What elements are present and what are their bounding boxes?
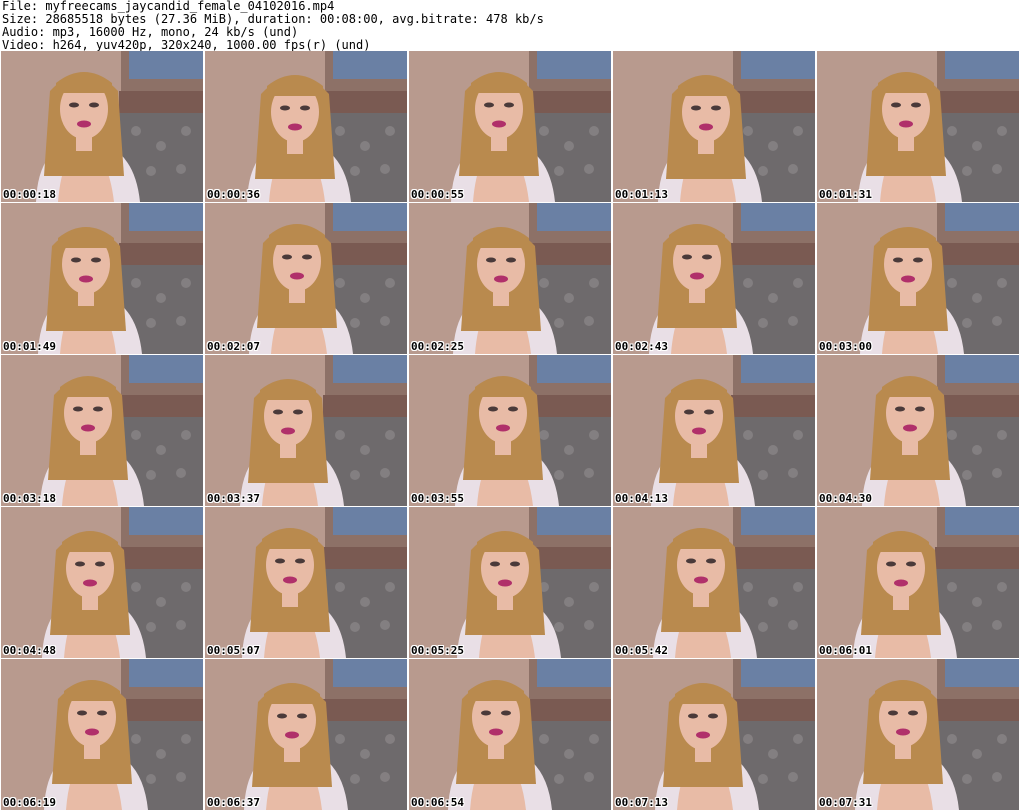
frame-timestamp: 00:01:49 xyxy=(3,340,56,353)
video-frame-image xyxy=(409,659,611,810)
video-frame-image xyxy=(205,507,407,658)
thumbnail-frame: 00:06:37 xyxy=(205,659,407,810)
frame-timestamp: 00:00:18 xyxy=(3,188,56,201)
thumbnail-frame: 00:04:13 xyxy=(613,355,815,506)
frame-timestamp: 00:03:18 xyxy=(3,492,56,505)
video-frame-image xyxy=(409,355,611,506)
frame-timestamp: 00:06:37 xyxy=(207,796,260,809)
thumbnail-frame: 00:06:01 xyxy=(817,507,1019,658)
thumbnail-frame: 00:04:30 xyxy=(817,355,1019,506)
frame-timestamp: 00:01:31 xyxy=(819,188,872,201)
thumbnail-frame: 00:07:13 xyxy=(613,659,815,810)
frame-timestamp: 00:02:07 xyxy=(207,340,260,353)
video-frame-image xyxy=(817,659,1019,810)
frame-timestamp: 00:03:37 xyxy=(207,492,260,505)
file-size-line: Size: 28685518 bytes (27.36 MiB), durati… xyxy=(2,13,544,26)
video-frame-image xyxy=(613,659,815,810)
frame-timestamp: 00:05:25 xyxy=(411,644,464,657)
video-frame-image xyxy=(409,507,611,658)
video-frame-image xyxy=(409,203,611,354)
frame-timestamp: 00:05:07 xyxy=(207,644,260,657)
video-frame-image xyxy=(409,51,611,202)
thumbnail-grid: 00:00:18 00:00:36 00:00:55 00:01:13 00:0… xyxy=(0,51,1020,811)
video-frame-image xyxy=(205,659,407,810)
thumbnail-frame: 00:05:42 xyxy=(613,507,815,658)
video-frame-image xyxy=(1,51,203,202)
thumbnail-frame: 00:03:55 xyxy=(409,355,611,506)
thumbnail-frame: 00:00:36 xyxy=(205,51,407,202)
video-frame-image xyxy=(613,51,815,202)
thumbnail-frame: 00:03:37 xyxy=(205,355,407,506)
file-info-header: File: myfreecams_jaycandid_female_041020… xyxy=(2,0,1022,52)
frame-timestamp: 00:03:00 xyxy=(819,340,872,353)
frame-timestamp: 00:01:13 xyxy=(615,188,668,201)
frame-timestamp: 00:00:36 xyxy=(207,188,260,201)
video-frame-image xyxy=(1,659,203,810)
thumbnail-frame: 00:00:18 xyxy=(1,51,203,202)
frame-timestamp: 00:06:54 xyxy=(411,796,464,809)
thumbnail-frame: 00:06:54 xyxy=(409,659,611,810)
video-frame-image xyxy=(1,203,203,354)
thumbnail-frame: 00:01:13 xyxy=(613,51,815,202)
thumbnail-frame: 00:07:31 xyxy=(817,659,1019,810)
thumbnail-frame: 00:05:07 xyxy=(205,507,407,658)
audio-info-line: Audio: mp3, 16000 Hz, mono, 24 kb/s (und… xyxy=(2,26,299,39)
thumbnail-frame: 00:02:07 xyxy=(205,203,407,354)
thumbnail-frame: 00:02:25 xyxy=(409,203,611,354)
frame-timestamp: 00:05:42 xyxy=(615,644,668,657)
frame-timestamp: 00:07:31 xyxy=(819,796,872,809)
thumbnail-frame: 00:02:43 xyxy=(613,203,815,354)
frame-timestamp: 00:07:13 xyxy=(615,796,668,809)
frame-timestamp: 00:03:55 xyxy=(411,492,464,505)
frame-timestamp: 00:02:25 xyxy=(411,340,464,353)
frame-timestamp: 00:06:01 xyxy=(819,644,872,657)
thumbnail-frame: 00:05:25 xyxy=(409,507,611,658)
thumbnail-frame: 00:04:48 xyxy=(1,507,203,658)
video-frame-image xyxy=(817,203,1019,354)
file-name-line: File: myfreecams_jaycandid_female_041020… xyxy=(2,0,335,13)
video-frame-image xyxy=(613,203,815,354)
thumbnail-frame: 00:06:19 xyxy=(1,659,203,810)
thumbnail-frame: 00:01:31 xyxy=(817,51,1019,202)
video-frame-image xyxy=(817,355,1019,506)
frame-timestamp: 00:02:43 xyxy=(615,340,668,353)
video-frame-image xyxy=(205,355,407,506)
video-frame-image xyxy=(205,51,407,202)
video-frame-image xyxy=(1,507,203,658)
frame-timestamp: 00:06:19 xyxy=(3,796,56,809)
frame-timestamp: 00:04:13 xyxy=(615,492,668,505)
video-frame-image xyxy=(1,355,203,506)
video-frame-image xyxy=(817,507,1019,658)
frame-timestamp: 00:04:30 xyxy=(819,492,872,505)
thumbnail-frame: 00:00:55 xyxy=(409,51,611,202)
thumbnail-frame: 00:03:00 xyxy=(817,203,1019,354)
video-frame-image xyxy=(613,355,815,506)
frame-timestamp: 00:00:55 xyxy=(411,188,464,201)
video-frame-image xyxy=(205,203,407,354)
video-frame-image xyxy=(817,51,1019,202)
video-frame-image xyxy=(613,507,815,658)
thumbnail-frame: 00:01:49 xyxy=(1,203,203,354)
thumbnail-frame: 00:03:18 xyxy=(1,355,203,506)
frame-timestamp: 00:04:48 xyxy=(3,644,56,657)
